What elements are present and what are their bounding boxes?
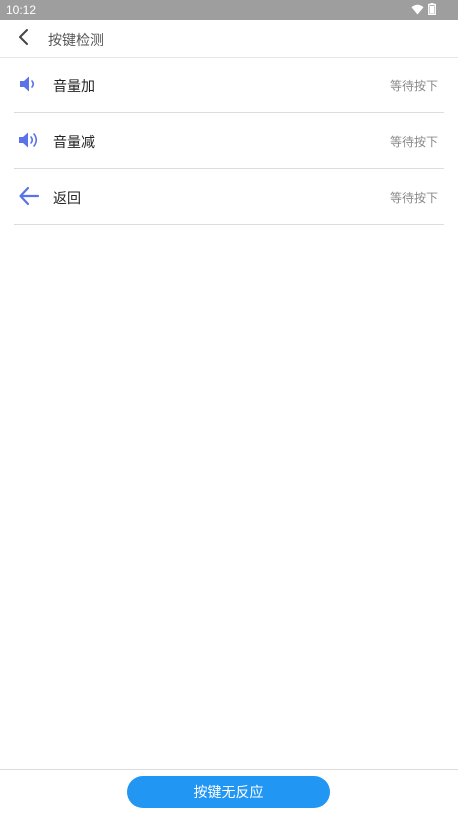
key-row-volume-down: 音量减 等待按下 xyxy=(14,113,444,169)
page-title: 按键检测 xyxy=(48,33,104,49)
key-row-back: 返回 等待按下 xyxy=(14,169,444,225)
key-status: 等待按下 xyxy=(389,79,438,93)
back-arrow-icon xyxy=(17,185,41,207)
volume-down-icon xyxy=(17,129,41,151)
battery-icon xyxy=(428,3,436,18)
key-status: 等待按下 xyxy=(389,191,438,205)
no-response-button[interactable]: 按键无反应 xyxy=(127,776,330,808)
status-icons xyxy=(411,3,436,18)
back-button[interactable] xyxy=(12,28,36,50)
chevron-left-icon xyxy=(17,28,31,50)
key-row-volume-up: 音量加 等待按下 xyxy=(14,57,444,113)
status-time: 10:12 xyxy=(6,3,37,17)
key-label: 音量减 xyxy=(53,135,95,151)
volume-up-icon xyxy=(17,73,41,95)
app-bar: 按键检测 xyxy=(0,20,458,58)
status-bar: 10:12 xyxy=(0,0,458,20)
key-label: 音量加 xyxy=(53,79,95,95)
wifi-icon xyxy=(411,4,424,18)
bottom-bar: 按键无反应 xyxy=(0,769,458,816)
key-status: 等待按下 xyxy=(389,135,438,149)
key-label: 返回 xyxy=(53,191,81,207)
key-list: 音量加 等待按下 音量减 等待按下 返回 等待按下 xyxy=(14,57,444,225)
